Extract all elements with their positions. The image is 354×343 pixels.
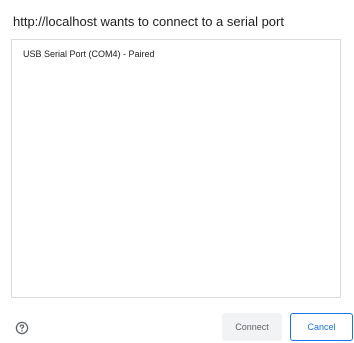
question-circle-icon bbox=[15, 321, 29, 335]
dialog-title: http://localhost wants to connect to a s… bbox=[13, 14, 284, 29]
cancel-button[interactable]: Cancel bbox=[290, 313, 353, 341]
serial-port-list[interactable]: USB Serial Port (COM4) - Paired bbox=[11, 39, 341, 298]
serial-port-chooser-dialog: http://localhost wants to connect to a s… bbox=[0, 0, 354, 343]
list-item[interactable]: USB Serial Port (COM4) - Paired bbox=[12, 40, 340, 59]
help-icon[interactable] bbox=[15, 321, 29, 335]
connect-button[interactable]: Connect bbox=[222, 313, 282, 341]
